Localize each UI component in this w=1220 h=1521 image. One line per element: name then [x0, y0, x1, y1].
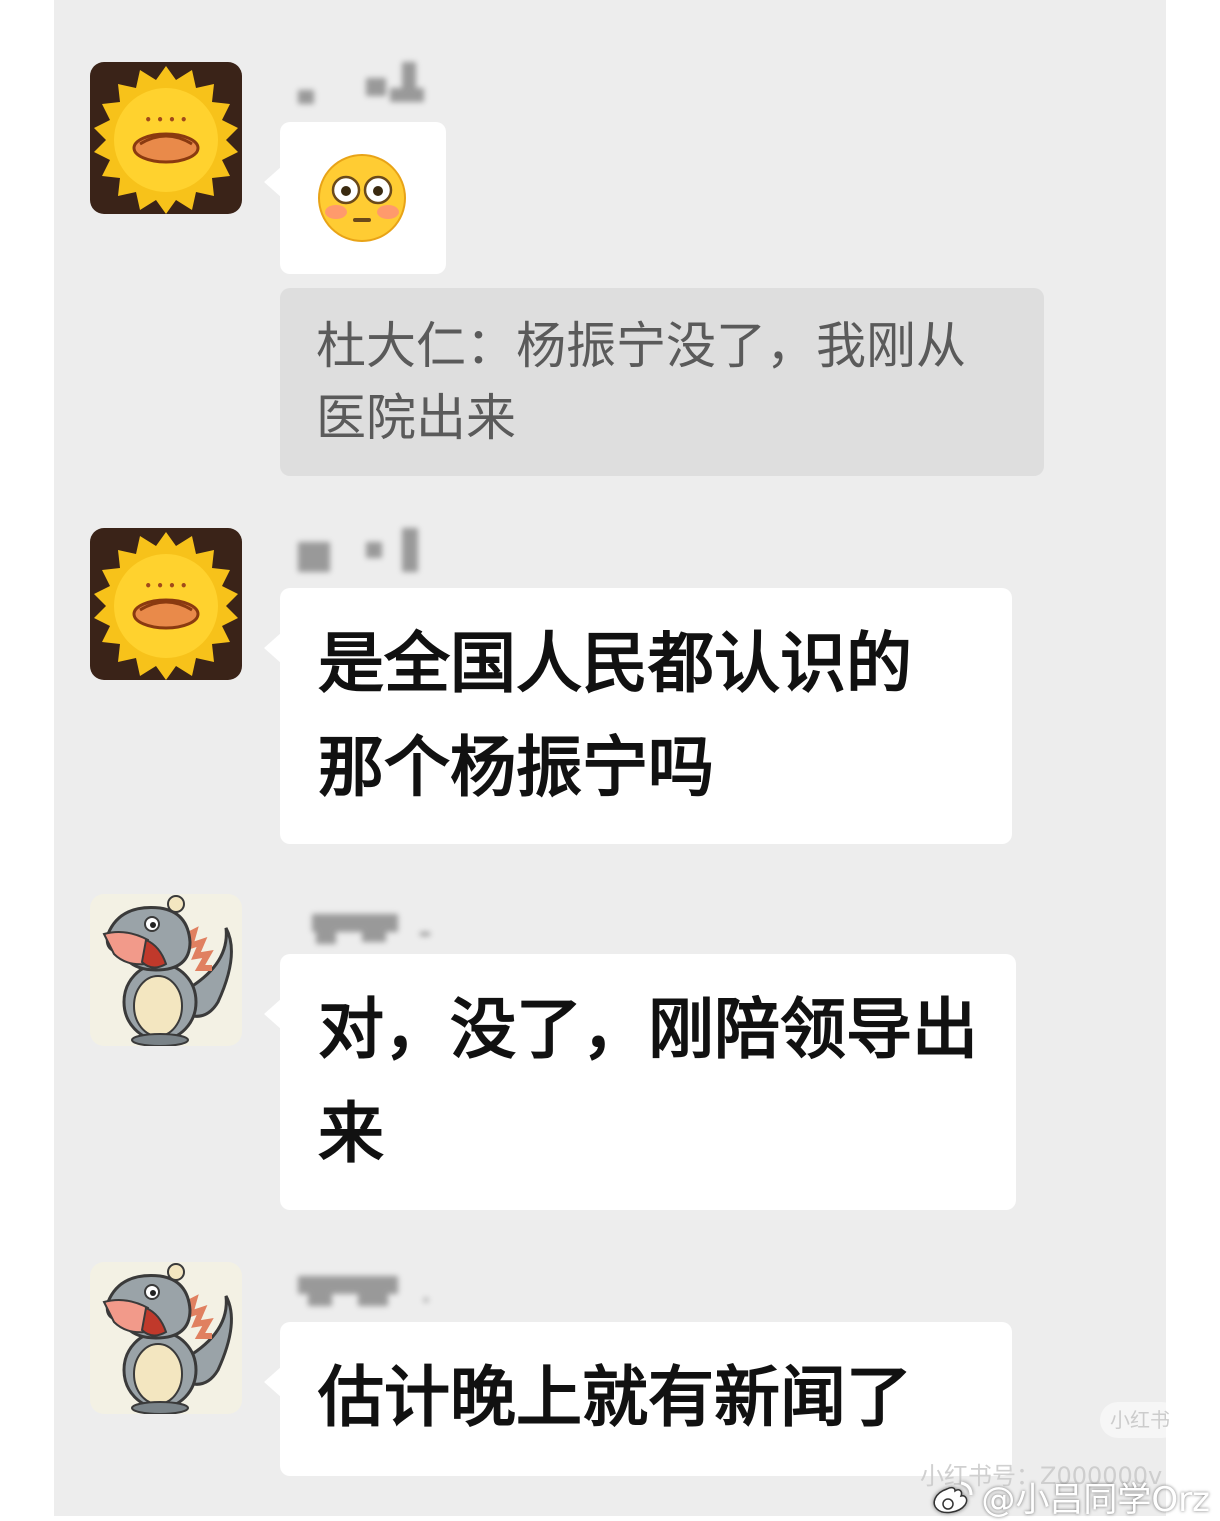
sender-avatar[interactable]	[90, 894, 242, 1046]
xiaohongshu-watermark-badge: 小红书	[1100, 1402, 1180, 1438]
message-text: 对，没了，刚陪领导出来	[318, 991, 978, 1172]
sender-avatar[interactable]	[90, 1262, 242, 1414]
cartoon-dragon-avatar-icon	[102, 895, 233, 1046]
weibo-watermark: @小吕同学Orz	[929, 1472, 1210, 1521]
sender-name-blurred	[312, 904, 432, 948]
sender-name-blurred	[298, 1268, 428, 1312]
sender-name-blurred	[294, 60, 434, 104]
cartoon-dragon-avatar-icon	[102, 1263, 233, 1414]
weibo-handle: @小吕同学Orz	[981, 1480, 1210, 1520]
flushed-face-emoji-icon	[318, 154, 406, 242]
sun-food-avatar-icon: • • • •	[94, 66, 238, 214]
svg-text:• • • •: • • • •	[144, 113, 187, 127]
quoted-message[interactable]: 杜大仁：杨振宁没了，我刚从医院出来	[280, 288, 1044, 476]
message-text: 是全国人民都认识的那个杨振宁吗	[318, 625, 912, 806]
svg-text:• • • •: • • • •	[144, 579, 187, 593]
sender-avatar[interactable]: • • • •	[90, 528, 242, 680]
quoted-message-text: 杜大仁：杨振宁没了，我刚从医院出来	[316, 317, 966, 447]
chat-area: • • • • 杜大仁：杨振宁没了，我刚从医院出来 • • • • 是全国人民都…	[54, 0, 1166, 1516]
weibo-logo-icon	[934, 1481, 973, 1513]
sender-avatar[interactable]: • • • •	[90, 62, 242, 214]
sender-name-blurred	[298, 528, 428, 572]
message-bubble[interactable]: 估计晚上就有新闻了	[264, 1322, 1012, 1476]
message-bubble[interactable]	[264, 122, 446, 274]
message-text: 估计晚上就有新闻了	[318, 1359, 912, 1436]
sun-food-avatar-icon: • • • •	[94, 532, 238, 680]
message-bubble[interactable]: 对，没了，刚陪领导出来	[264, 954, 1016, 1210]
message-bubble[interactable]: 是全国人民都认识的那个杨振宁吗	[264, 588, 1012, 844]
